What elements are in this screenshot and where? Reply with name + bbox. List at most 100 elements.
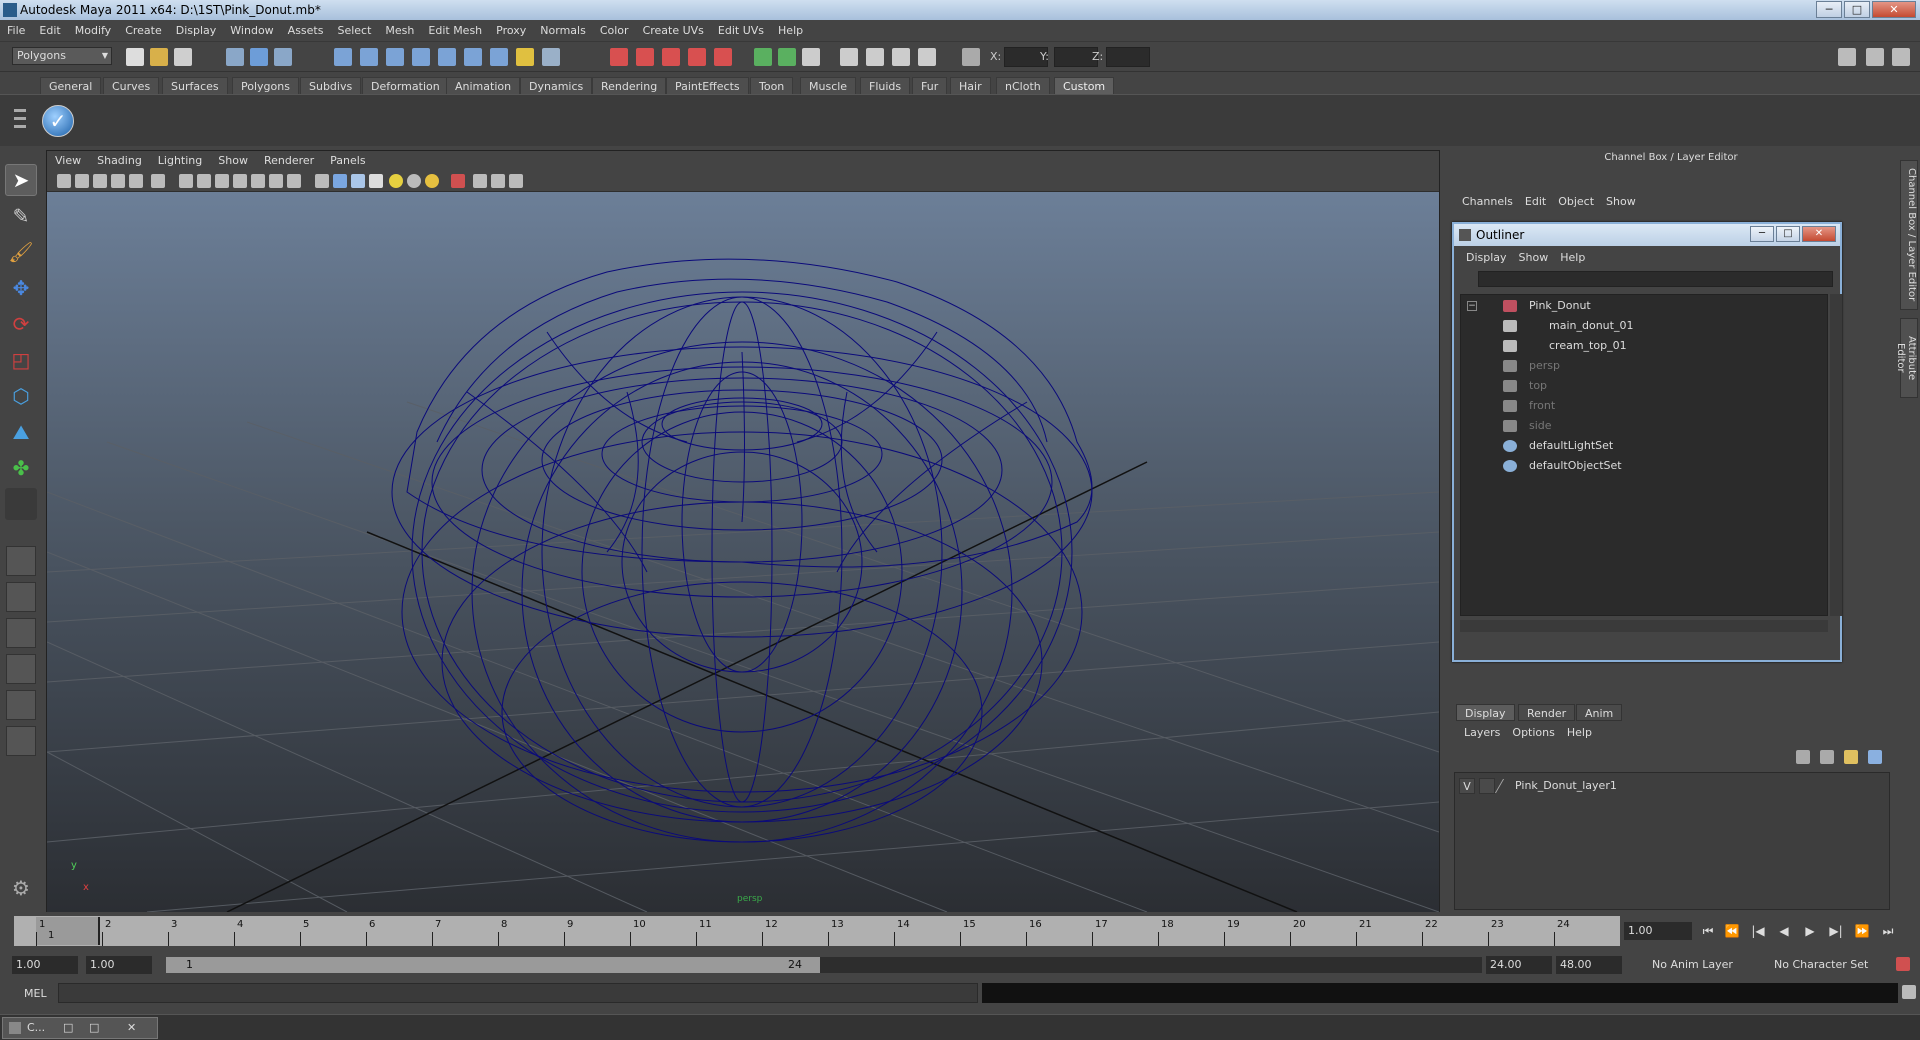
select-by-component-icon[interactable] xyxy=(274,48,292,66)
input-line-op-icon[interactable] xyxy=(778,48,796,66)
list-item[interactable]: cream_top_01 xyxy=(1461,337,1821,355)
menu-edit-mesh[interactable]: Edit Mesh xyxy=(421,20,489,42)
resolution-gate-icon[interactable] xyxy=(215,174,229,188)
list-item[interactable]: defaultLightSet xyxy=(1461,437,1821,455)
maximize-button[interactable]: □ xyxy=(1844,1,1870,18)
lock-icon[interactable] xyxy=(516,48,534,66)
xray-joints-icon[interactable] xyxy=(491,174,505,188)
persp-graph-hyper-layout-icon[interactable] xyxy=(6,726,36,756)
menu-create[interactable]: Create xyxy=(118,20,169,42)
tab-general[interactable]: General xyxy=(40,77,102,94)
channel-box-icon[interactable] xyxy=(840,48,858,66)
le-menu-layers[interactable]: Layers xyxy=(1458,725,1506,741)
hud-icon[interactable] xyxy=(509,174,523,188)
play-forwards-button[interactable]: ▶ xyxy=(1800,922,1820,940)
tab-rendering[interactable]: Rendering xyxy=(592,77,667,94)
tab-muscle[interactable]: Muscle xyxy=(800,77,857,94)
menu-file[interactable]: File xyxy=(0,20,32,42)
xray-icon[interactable] xyxy=(451,174,465,188)
ol-menu-display[interactable]: Display xyxy=(1460,250,1513,266)
go-to-start-button[interactable]: ⏮ xyxy=(1698,922,1718,940)
tab-curves[interactable]: Curves xyxy=(103,77,160,94)
layer-visibility-toggle[interactable]: V xyxy=(1459,778,1475,794)
tab-hair[interactable]: Hair xyxy=(950,77,991,94)
menu-window[interactable]: Window xyxy=(223,20,280,42)
current-time-indicator[interactable]: 1 xyxy=(36,917,100,945)
select-tool-icon[interactable]: ➤ xyxy=(5,164,37,196)
step-forward-key-button[interactable]: ⏩ xyxy=(1852,922,1872,940)
maximize-icon[interactable]: □ xyxy=(89,1021,99,1034)
all-lights-icon[interactable] xyxy=(407,174,421,188)
expand-toggle-icon[interactable]: − xyxy=(1467,301,1477,311)
playback-end-field[interactable]: 24.00 xyxy=(1486,956,1552,974)
vp-menu-panels[interactable]: Panels xyxy=(322,151,373,170)
le-menu-help[interactable]: Help xyxy=(1561,725,1598,741)
new-layer-selected-icon[interactable] xyxy=(1868,750,1882,764)
open-scene-icon[interactable] xyxy=(150,48,168,66)
menu-edit-uvs[interactable]: Edit UVs xyxy=(711,20,771,42)
ol-menu-show[interactable]: Show xyxy=(1513,250,1555,266)
outliner-filter-field[interactable] xyxy=(1478,271,1833,287)
hypershade-icon[interactable] xyxy=(714,48,732,66)
list-item[interactable]: defaultObjectSet xyxy=(1461,457,1821,475)
script-editor-icon[interactable]: ⚙ xyxy=(5,872,37,904)
history-icon[interactable] xyxy=(464,48,482,66)
menu-edit[interactable]: Edit xyxy=(32,20,67,42)
graph-editor-toggle-icon[interactable] xyxy=(1892,48,1910,66)
vp-menu-show[interactable]: Show xyxy=(210,151,256,170)
single-perspective-layout-icon[interactable] xyxy=(6,546,36,576)
snap-grid-icon[interactable] xyxy=(334,48,352,66)
menu-proxy[interactable]: Proxy xyxy=(489,20,533,42)
menu-normals[interactable]: Normals xyxy=(533,20,593,42)
tab-dynamics[interactable]: Dynamics xyxy=(520,77,593,94)
end-time-field[interactable]: 48.00 xyxy=(1556,956,1622,974)
menu-select[interactable]: Select xyxy=(330,20,378,42)
textured-icon[interactable] xyxy=(369,174,383,188)
ol-menu-help[interactable]: Help xyxy=(1554,250,1591,266)
cb-menu-show[interactable]: Show xyxy=(1600,194,1642,210)
outliner-maximize-button[interactable]: □ xyxy=(1776,226,1800,242)
minimize-button[interactable]: ─ xyxy=(1816,1,1842,18)
help-line-icon[interactable] xyxy=(490,48,508,66)
outliner-minimize-button[interactable]: ─ xyxy=(1750,226,1774,242)
layer-row[interactable]: V Pink_Donut_layer1 xyxy=(1459,777,1885,795)
character-set-dropdown[interactable]: No Character Set xyxy=(1768,956,1886,974)
start-time-field[interactable]: 1.00 xyxy=(12,956,78,974)
snap-curve-icon[interactable] xyxy=(360,48,378,66)
isolate-select-icon[interactable] xyxy=(473,174,487,188)
camera-attributes-icon[interactable] xyxy=(75,174,89,188)
tab-channel-box-layer-editor[interactable]: Channel Box / Layer Editor xyxy=(1900,160,1918,310)
play-backwards-button[interactable]: ◀ xyxy=(1774,922,1794,940)
close-button[interactable]: ✕ xyxy=(1872,1,1916,18)
menu-assets[interactable]: Assets xyxy=(281,20,331,42)
taskbar-close-icon[interactable]: ✕ xyxy=(127,1021,136,1034)
layer-editor-icon[interactable] xyxy=(918,48,936,66)
list-item[interactable]: main_donut_01 xyxy=(1461,317,1821,335)
command-language-label[interactable]: MEL xyxy=(24,987,47,1000)
shelf-handle-icon[interactable] xyxy=(10,101,30,137)
show-manipulator-icon[interactable]: ✤ xyxy=(5,452,37,484)
wireframe-icon[interactable] xyxy=(315,174,329,188)
safe-title-icon[interactable] xyxy=(287,174,301,188)
viewport-canvas[interactable]: y x persp xyxy=(47,192,1439,912)
render-current-icon[interactable] xyxy=(636,48,654,66)
scale-tool-icon[interactable]: ◰ xyxy=(5,344,37,376)
animation-preferences-icon[interactable] xyxy=(1896,957,1910,971)
bookmarks-icon[interactable] xyxy=(93,174,107,188)
save-scene-icon[interactable] xyxy=(174,48,192,66)
layer-playback-toggle[interactable] xyxy=(1479,778,1495,794)
hypershade-layout-icon[interactable] xyxy=(6,690,36,720)
step-back-key-button[interactable]: ⏪ xyxy=(1722,922,1742,940)
tab-display-layers[interactable]: Display xyxy=(1456,704,1515,721)
outliner-toggle-icon[interactable] xyxy=(1866,48,1884,66)
paint-select-tool-icon[interactable]: 🖌 xyxy=(5,236,37,268)
go-to-end-button[interactable]: ⏭ xyxy=(1878,922,1898,940)
snap-point-icon[interactable] xyxy=(386,48,404,66)
grease-pencil-icon[interactable] xyxy=(151,174,165,188)
cb-menu-object[interactable]: Object xyxy=(1552,194,1600,210)
tab-animation[interactable]: Animation xyxy=(446,77,521,94)
coord-z-field[interactable] xyxy=(1106,47,1150,67)
select-by-hierarchy-icon[interactable] xyxy=(226,48,244,66)
vp-menu-lighting[interactable]: Lighting xyxy=(150,151,210,170)
persp-graph-layout-icon[interactable] xyxy=(6,654,36,684)
